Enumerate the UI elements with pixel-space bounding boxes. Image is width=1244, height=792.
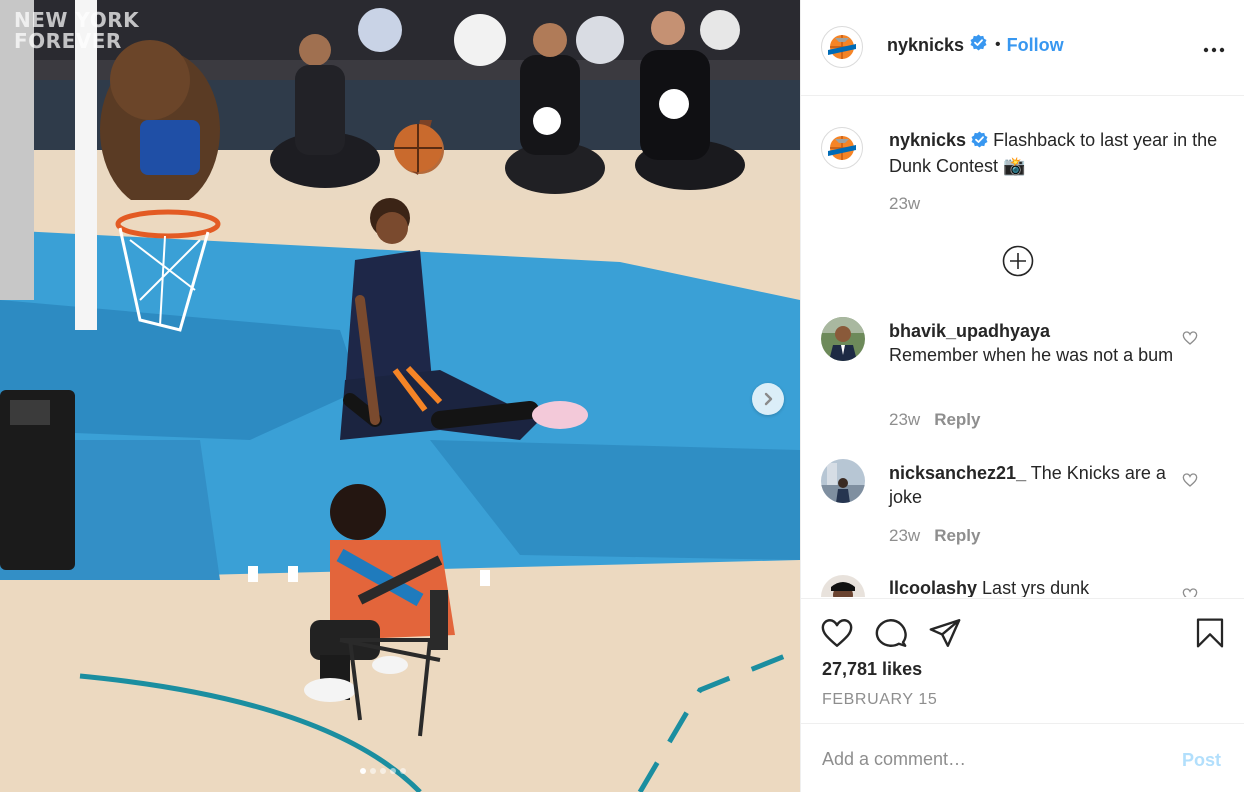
- post-comment-button[interactable]: Post: [1182, 750, 1221, 771]
- caption-timestamp: 23w: [889, 194, 921, 213]
- heart-outline-icon: [1182, 473, 1198, 487]
- carousel-dot: [360, 768, 366, 774]
- like-comment-button[interactable]: [1182, 587, 1198, 597]
- post-photo[interactable]: NEW YORK FOREVER: [0, 0, 800, 792]
- share-button[interactable]: [928, 616, 962, 655]
- header-user: nyknicks • Follow: [887, 34, 1064, 56]
- comment-username[interactable]: nicksanchez21_: [889, 463, 1026, 483]
- carousel-dot: [390, 768, 396, 774]
- like-button[interactable]: [820, 616, 854, 655]
- comment-body: nicksanchez21_ The Knicks are a joke: [889, 461, 1179, 509]
- more-options-button[interactable]: [1202, 38, 1226, 67]
- comment-timestamp: 23w: [889, 526, 921, 545]
- comment-text: Remember when he was not a bum: [889, 345, 1174, 365]
- carousel-dot: [400, 768, 406, 774]
- save-button[interactable]: [1194, 616, 1226, 655]
- comment-button[interactable]: [874, 616, 908, 655]
- avatar[interactable]: [821, 459, 865, 503]
- share-icon: [929, 619, 961, 647]
- like-comment-button[interactable]: [1182, 330, 1198, 351]
- carousel-dot: [380, 768, 386, 774]
- carousel-dot: [370, 768, 376, 774]
- comment-username[interactable]: llcoolashy: [889, 578, 977, 597]
- username[interactable]: nyknicks: [887, 35, 964, 56]
- heart-icon: [821, 619, 853, 647]
- chevron-right-icon: [764, 392, 773, 406]
- avatar[interactable]: [821, 317, 865, 361]
- user-avatar-photo: [821, 459, 865, 503]
- more-horizontal-icon: [1203, 47, 1225, 53]
- heart-outline-icon: [1182, 331, 1198, 345]
- verified-badge-icon: [971, 130, 988, 154]
- separator-dot: •: [995, 36, 1001, 53]
- comment-text: Last yrs dunk: [982, 578, 1090, 597]
- comment-username[interactable]: bhavik_upadhyaya: [889, 319, 1179, 343]
- comment-timestamp: 23w: [889, 410, 921, 429]
- plus-circle-icon: [1002, 245, 1034, 277]
- follow-button[interactable]: Follow: [1007, 35, 1064, 56]
- post-header: nyknicks • Follow: [801, 0, 1244, 96]
- bookmark-icon: [1196, 618, 1224, 648]
- knicks-logo-icon: [828, 35, 856, 59]
- avatar[interactable]: [821, 26, 863, 68]
- avatar[interactable]: [821, 127, 863, 169]
- post-date: FEBRUARY 15: [822, 691, 938, 708]
- reply-button[interactable]: Reply: [934, 410, 980, 429]
- load-more-comments-button[interactable]: [1002, 245, 1034, 282]
- next-photo-button[interactable]: [752, 383, 784, 415]
- comment-body: bhavik_upadhyaya Remember when he was no…: [889, 319, 1179, 367]
- add-comment-bar: Post: [801, 723, 1244, 792]
- comment-meta: 23w Reply: [889, 526, 980, 546]
- avatar[interactable]: [821, 575, 865, 597]
- reply-button[interactable]: Reply: [934, 526, 980, 545]
- user-avatar-photo: [821, 317, 865, 361]
- knicks-logo-icon: [828, 136, 856, 160]
- verified-badge-icon: [970, 34, 987, 56]
- comment-body: llcoolashy Last yrs dunk: [889, 576, 1179, 597]
- comment-icon: [875, 619, 907, 647]
- like-comment-button[interactable]: [1182, 472, 1198, 493]
- dunk-contest-photo: [0, 0, 800, 792]
- comments-list[interactable]: nyknicks Flashback to last year in the D…: [801, 97, 1244, 597]
- carousel-indicator: [360, 768, 406, 774]
- likes-count[interactable]: 27,781 likes: [822, 659, 922, 680]
- caption-username[interactable]: nyknicks: [889, 130, 966, 150]
- heart-outline-icon: [1182, 588, 1198, 597]
- comment-meta: 23w Reply: [889, 410, 980, 430]
- post-side-panel: nyknicks • Follow nyknicks Flashback to …: [800, 0, 1244, 792]
- watermark: NEW YORK FOREVER: [14, 8, 140, 53]
- caption: nyknicks Flashback to last year in the D…: [889, 128, 1219, 178]
- user-avatar-photo: [821, 575, 865, 597]
- comment-input[interactable]: [822, 746, 1152, 772]
- post-actions: 27,781 likes FEBRUARY 15: [801, 598, 1244, 723]
